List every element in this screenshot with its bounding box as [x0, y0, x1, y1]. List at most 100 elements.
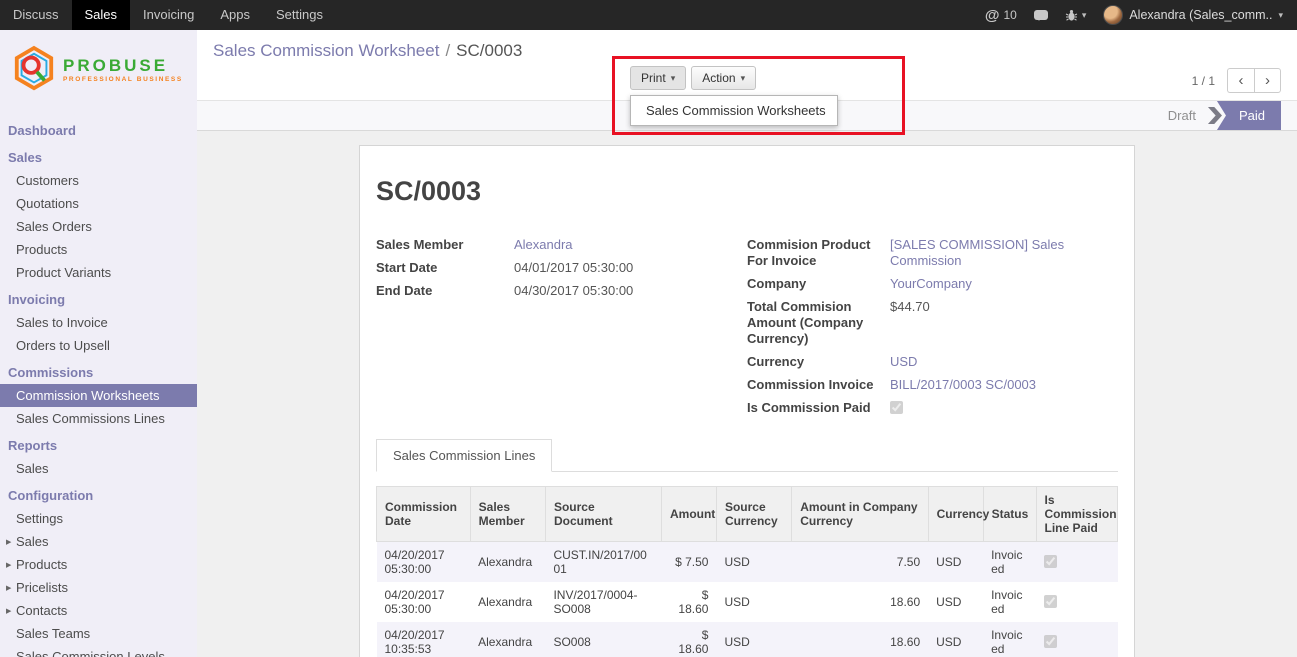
sidebar-item-settings[interactable]: Settings	[0, 507, 197, 530]
sidebar-item-sales-to-invoice[interactable]: Sales to Invoice	[0, 311, 197, 334]
tab-sales-commission-lines[interactable]: Sales Commission Lines	[376, 439, 552, 472]
col-header-sales-member[interactable]: Sales Member	[470, 487, 545, 542]
field-groups: Sales Member Alexandra Start Date 04/01/…	[376, 237, 1118, 425]
line-paid-checkbox[interactable]	[1044, 635, 1057, 648]
logo-subtitle: PROFESSIONAL BUSINESS	[63, 76, 183, 83]
cell-source-currency: USD	[716, 622, 791, 657]
cell-line-paid	[1036, 582, 1117, 622]
checkbox-wrapper	[890, 400, 1118, 418]
is-commission-paid-checkbox[interactable]	[890, 401, 903, 414]
control-panel: Sales Commission Worksheet / SC/0003 Print…	[197, 30, 1297, 100]
col-header-amount-company-currency[interactable]: Amount in Company Currency	[792, 487, 928, 542]
sidebar-item-sales-commission-levels[interactable]: Sales Commission Levels	[0, 645, 197, 657]
sidebar-header-commissions[interactable]: Commissions	[0, 361, 197, 384]
sidebar-item-contacts[interactable]: ▶ Contacts	[0, 599, 197, 622]
sales-member-link[interactable]: Alexandra	[514, 237, 747, 253]
field-group-left: Sales Member Alexandra Start Date 04/01/…	[376, 237, 747, 425]
breadcrumb-current: SC/0003	[456, 41, 522, 60]
app-menus: Discuss Sales Invoicing Apps Settings	[0, 0, 336, 30]
table-row[interactable]: 04/20/2017 05:30:00 Alexandra CUST.IN/20…	[377, 542, 1118, 583]
messages-button[interactable]	[1034, 10, 1048, 20]
line-paid-checkbox[interactable]	[1044, 595, 1057, 608]
col-header-amount[interactable]: Amount	[661, 487, 716, 542]
commission-invoice-link[interactable]: BILL/2017/0003 SC/0003	[890, 377, 1118, 393]
avatar	[1103, 5, 1123, 25]
pager-count: 1 / 1	[1192, 74, 1215, 88]
currency-link[interactable]: USD	[890, 354, 1118, 370]
field-start-date: Start Date 04/01/2017 05:30:00	[376, 260, 747, 276]
field-label: Total Commision Amount (Company Currency…	[747, 299, 890, 347]
col-header-commission-date[interactable]: Commission Date	[377, 487, 471, 542]
sidebar-item-pricelists[interactable]: ▶ Pricelists	[0, 576, 197, 599]
action-button-label: Action	[702, 71, 735, 85]
at-icon: @	[985, 8, 1000, 23]
pager-next-button[interactable]: ›	[1254, 68, 1281, 93]
col-header-source-document[interactable]: Source Document	[545, 487, 661, 542]
sidebar-item-orders-to-upsell[interactable]: Orders to Upsell	[0, 334, 197, 357]
chat-bubble-icon	[1034, 10, 1048, 20]
col-header-status[interactable]: Status	[983, 487, 1036, 542]
cell-currency: USD	[928, 542, 983, 583]
company-link[interactable]: YourCompany	[890, 276, 1118, 292]
pager-previous-button[interactable]: ‹	[1227, 68, 1254, 93]
probuse-logo[interactable]: PROBUSE PROFESSIONAL BUSINESS	[0, 30, 197, 115]
menu-sales[interactable]: Sales	[72, 0, 131, 30]
cell-commission-date: 04/20/2017 05:30:00	[377, 542, 471, 583]
cell-amount-company-currency: 18.60	[792, 582, 928, 622]
cell-amount-company-currency: 7.50	[792, 542, 928, 583]
status-step-draft[interactable]: Draft	[1156, 101, 1208, 130]
user-menu[interactable]: Alexandra (Sales_comm.. ▾	[1103, 5, 1283, 25]
sidebar-item-sales-report[interactable]: Sales	[0, 457, 197, 480]
sidebar-item-products-config[interactable]: ▶ Products	[0, 553, 197, 576]
menu-invoicing[interactable]: Invoicing	[130, 0, 207, 30]
sidebar-item-sales-teams[interactable]: Sales Teams	[0, 622, 197, 645]
action-button[interactable]: Action ▾	[691, 66, 756, 90]
col-header-currency[interactable]: Currency	[928, 487, 983, 542]
sidebar-item-quotations[interactable]: Quotations	[0, 192, 197, 215]
menu-settings[interactable]: Settings	[263, 0, 336, 30]
menu-apps[interactable]: Apps	[207, 0, 263, 30]
cell-amount: $ 18.60	[661, 582, 716, 622]
sidebar-item-sales-orders[interactable]: Sales Orders	[0, 215, 197, 238]
cell-status: Invoiced	[983, 582, 1036, 622]
cell-source-document: CUST.IN/2017/0001	[545, 542, 661, 583]
sidebar-item-products[interactable]: Products	[0, 238, 197, 261]
cell-status: Invoiced	[983, 622, 1036, 657]
commission-product-link[interactable]: [SALES COMMISSION] Sales Commission	[890, 237, 1118, 269]
table-row[interactable]: 04/20/2017 10:35:53 Alexandra SO008 $ 18…	[377, 622, 1118, 657]
breadcrumb-worksheets-link[interactable]: Sales Commission Worksheet	[213, 41, 439, 60]
commission-lines-table: Commission Date Sales Member Source Docu…	[376, 486, 1118, 657]
logo-name: PROBUSE	[63, 57, 183, 76]
sidebar-item-sales-config[interactable]: ▶ Sales	[0, 530, 197, 553]
field-group-right: Commision Product For Invoice [SALES COM…	[747, 237, 1118, 425]
sidebar-header-invoicing[interactable]: Invoicing	[0, 288, 197, 311]
sidebar-header-reports[interactable]: Reports	[0, 434, 197, 457]
col-header-is-commission-line-paid[interactable]: Is Commission Line Paid	[1036, 487, 1117, 542]
print-button[interactable]: Print ▾	[630, 66, 686, 90]
sidebar-item-commission-worksheets[interactable]: Commission Worksheets	[0, 384, 197, 407]
sidebar-menu: Dashboard Sales Customers Quotations Sal…	[0, 119, 197, 657]
menu-item-sales-commission-worksheets[interactable]: Sales Commission Worksheets	[631, 96, 837, 125]
sidebar-header-configuration[interactable]: Configuration	[0, 484, 197, 507]
field-is-commission-paid: Is Commission Paid	[747, 400, 1118, 418]
sidebar-item-sales-commissions-lines[interactable]: Sales Commissions Lines	[0, 407, 197, 430]
line-paid-checkbox[interactable]	[1044, 555, 1057, 568]
form-sheet: SC/0003 Sales Member Alexandra Start Dat…	[359, 145, 1135, 657]
col-header-source-currency[interactable]: Source Currency	[716, 487, 791, 542]
caret-down-icon: ▾	[741, 73, 746, 84]
table-row[interactable]: 04/20/2017 05:30:00 Alexandra INV/2017/0…	[377, 582, 1118, 622]
mentions-button[interactable]: @ 10	[985, 8, 1017, 23]
menu-discuss[interactable]: Discuss	[0, 0, 72, 30]
sidebar-item-customers[interactable]: Customers	[0, 169, 197, 192]
sidebar-item-label: Products	[16, 557, 67, 572]
breadcrumb-separator: /	[445, 41, 450, 60]
start-date-value: 04/01/2017 05:30:00	[514, 260, 747, 276]
topbar-systray: @ 10 ▾ Alexandra (Sales_comm.. ▾	[985, 0, 1297, 30]
sidebar-header-sales[interactable]: Sales	[0, 146, 197, 169]
debug-menu-button[interactable]: ▾	[1065, 9, 1087, 22]
sidebar-item-dashboard[interactable]: Dashboard	[0, 119, 197, 142]
record-title: SC/0003	[376, 176, 1118, 207]
status-step-paid[interactable]: Paid	[1217, 101, 1281, 130]
sidebar-item-product-variants[interactable]: Product Variants	[0, 261, 197, 284]
main-area: Sales Commission Worksheet / SC/0003 Print…	[197, 30, 1297, 657]
